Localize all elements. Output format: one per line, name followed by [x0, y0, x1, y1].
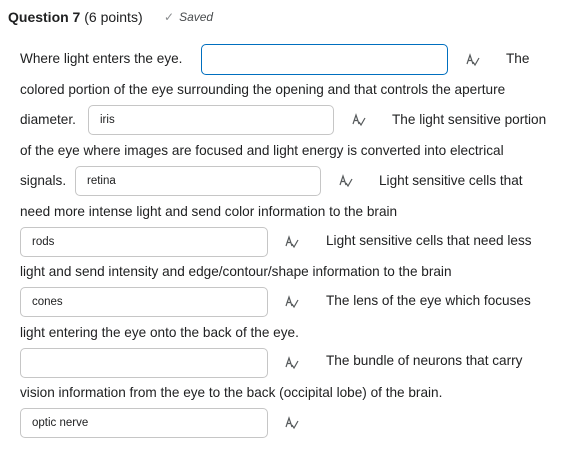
answer-input-3[interactable] — [75, 166, 321, 196]
spellcheck-icon[interactable] — [285, 295, 299, 309]
prompt-text-10: Light sensitive cells that need less — [326, 233, 532, 248]
answer-input-5[interactable] — [20, 287, 268, 317]
saved-label: Saved — [179, 10, 214, 24]
question-header: Question 7 (6 points) — [8, 9, 143, 25]
prompt-text-2: The — [506, 51, 530, 66]
spellcheck-icon[interactable] — [466, 53, 480, 67]
spellcheck-icon[interactable] — [285, 356, 299, 370]
spellcheck-icon[interactable] — [339, 174, 353, 188]
prompt-text-8: Light sensitive cells that — [379, 173, 523, 188]
prompt-text-7: signals. — [20, 173, 67, 188]
spellcheck-icon[interactable] — [352, 113, 366, 127]
answer-input-4[interactable] — [20, 227, 268, 257]
prompt-text-4: diameter. — [20, 112, 76, 127]
answer-input-1[interactable] — [201, 44, 448, 75]
prompt-text-15: vision information from the eye to the b… — [20, 385, 443, 400]
answer-input-6[interactable] — [20, 348, 268, 378]
spellcheck-icon[interactable] — [285, 235, 299, 249]
prompt-text-6: of the eye where images are focused and … — [20, 143, 504, 158]
prompt-text-9: need more intense light and send color i… — [20, 204, 398, 219]
question-title: Question 7 — [8, 9, 81, 25]
check-icon: ✓ — [164, 10, 175, 24]
prompt-text-1: Where light enters the eye. — [20, 51, 183, 66]
answer-input-7[interactable] — [20, 408, 268, 438]
saved-status: ✓ Saved — [164, 10, 213, 24]
question-points: (6 points) — [84, 9, 143, 25]
prompt-text-12: The lens of the eye which focuses — [326, 293, 531, 308]
spellcheck-icon[interactable] — [285, 416, 299, 430]
prompt-text-13: light entering the eye onto the back of … — [20, 325, 299, 340]
prompt-text-11: light and send intensity and edge/contou… — [20, 264, 452, 279]
prompt-text-3: colored portion of the eye surrounding t… — [20, 82, 506, 97]
prompt-text-14: The bundle of neurons that carry — [326, 353, 523, 368]
answer-input-2[interactable] — [88, 105, 334, 135]
prompt-text-5: The light sensitive portion — [392, 112, 547, 127]
